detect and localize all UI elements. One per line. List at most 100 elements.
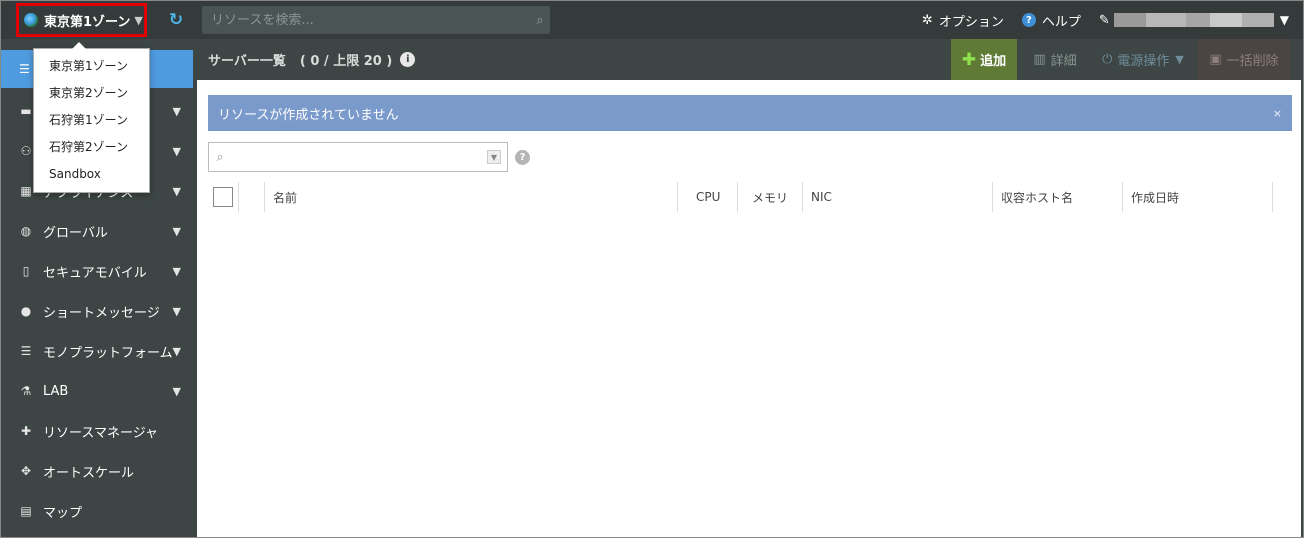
column-memory[interactable]: メモリ: [738, 182, 803, 212]
options-menu[interactable]: ✲ オプション: [922, 11, 1004, 30]
chevron-down-icon: ▼: [172, 184, 181, 198]
detail-button[interactable]: ▥ 詳細: [1025, 39, 1085, 80]
chevron-down-icon: ▼: [172, 384, 181, 398]
filter-input[interactable]: [231, 143, 487, 171]
sidebar-item-mono-platform[interactable]: ☰ モノプラットフォーム ▼: [1, 331, 193, 371]
sidebar-item-map[interactable]: ▤ マップ: [1, 491, 193, 531]
trash-icon: ▣: [1209, 52, 1222, 67]
power-button-label: 電源操作: [1117, 54, 1170, 69]
help-icon: ?: [1021, 13, 1036, 27]
caret-down-icon: ▼: [1175, 53, 1184, 66]
power-button[interactable]: ⏻ 電源操作 ▼: [1093, 39, 1193, 80]
sidebar-item-autoscale[interactable]: ✥ オートスケール: [1, 451, 193, 491]
info-icon[interactable]: i: [400, 52, 416, 67]
zone-option-tokyo-2[interactable]: 東京第2ゾーン: [34, 80, 149, 107]
sidebar-item-label: グローバル: [43, 225, 108, 241]
plus-icon: ✚: [961, 49, 977, 70]
chevron-down-icon: ▼: [172, 344, 181, 358]
chevron-down-icon: ▼: [172, 304, 181, 318]
zone-option-tokyo-1[interactable]: 東京第1ゾーン: [34, 53, 149, 80]
sidebar-item-label: マップ: [43, 505, 83, 521]
user-menu[interactable]: ✎ ▼: [1099, 13, 1289, 28]
zone-option-sandbox[interactable]: Sandbox: [34, 161, 149, 188]
column-host[interactable]: 収容ホスト名: [993, 182, 1123, 212]
feather-icon: ✎: [1098, 12, 1110, 28]
table-header: 名前 CPU メモリ NIC 収容ホスト名 作成日時: [208, 182, 1292, 212]
add-button[interactable]: ✚ 追加: [951, 39, 1017, 80]
chat-bubble-icon: ●: [20, 304, 32, 318]
book-icon: ▥: [1033, 52, 1046, 67]
globe-icon: ◍: [20, 224, 32, 238]
help-label: ヘルプ: [1041, 14, 1081, 30]
sidebar-item-label: セキュアモバイル: [43, 265, 147, 281]
search-icon[interactable]: ⌕: [530, 13, 550, 28]
page-title: サーバー一覧: [208, 54, 286, 69]
search-input[interactable]: [202, 6, 530, 34]
chevron-down-icon: ▼: [172, 144, 181, 158]
column-nic[interactable]: NIC: [803, 182, 993, 212]
stack-icon: ☰: [20, 344, 32, 358]
zone-selector[interactable]: 東京第1ゾーン ▼: [16, 3, 147, 37]
sidebar-item-resource-manager[interactable]: ✚ リソースマネージャ: [1, 411, 193, 451]
select-all-checkbox[interactable]: [213, 187, 233, 207]
help-menu[interactable]: ? ヘルプ: [1021, 11, 1081, 30]
bulk-delete-button-label: 一括削除: [1226, 54, 1279, 69]
flask-icon: ⚗: [20, 384, 32, 398]
options-label: オプション: [938, 14, 1004, 30]
puzzle-icon: ✚: [20, 424, 32, 438]
globe-icon: [24, 13, 38, 27]
chevron-down-icon: ▼: [172, 264, 181, 278]
zone-selector-label: 東京第1ゾーン: [44, 14, 131, 30]
alert-message: リソースが作成されていません: [218, 107, 399, 123]
filter-box: ⌕ ▼: [208, 142, 508, 172]
resource-search: ⌕: [202, 6, 550, 34]
mobile-icon: ▯: [22, 264, 30, 278]
column-cpu[interactable]: CPU: [678, 182, 738, 212]
caret-down-icon: ▼: [134, 13, 143, 27]
column-divider: [238, 182, 239, 212]
help-icon[interactable]: ?: [515, 150, 530, 165]
sidebar-item-label: ショートメッセージ: [43, 305, 160, 321]
zone-option-ishikari-2[interactable]: 石狩第2ゾーン: [34, 134, 149, 161]
empty-alert: リソースが作成されていません ×: [208, 95, 1292, 131]
move-arrows-icon: ✥: [20, 464, 32, 478]
filter-dropdown-toggle[interactable]: ▼: [487, 150, 501, 164]
sidebar-item-label: オートスケール: [43, 465, 135, 481]
chevron-down-icon: ▼: [172, 224, 181, 238]
main-header: サーバー一覧 ( 0 / 上限 20 ) i ✚ 追加 ▥ 詳細 ⏻ 電源操作 …: [193, 39, 1303, 80]
add-button-label: 追加: [980, 54, 1007, 69]
network-icon: ⚇: [20, 144, 32, 158]
column-created[interactable]: 作成日時: [1123, 182, 1273, 212]
server-icon: ☰: [19, 62, 30, 76]
top-right-menu: ✲ オプション ? ヘルプ ✎ ▼: [904, 1, 1289, 39]
map-icon: ▤: [20, 504, 32, 518]
zone-option-ishikari-1[interactable]: 石狩第1ゾーン: [34, 107, 149, 134]
grid-icon: ▦: [20, 184, 32, 198]
bulk-delete-button[interactable]: ▣ 一括削除: [1198, 39, 1290, 80]
zone-dropdown-menu: 東京第1ゾーン 東京第2ゾーン 石狩第1ゾーン 石狩第2ゾーン Sandbox: [33, 42, 150, 193]
sidebar-item-label: LAB: [43, 383, 69, 399]
page-title-area: サーバー一覧 ( 0 / 上限 20 ) i: [208, 39, 416, 80]
sidebar-item-secure-mobile[interactable]: ▯ セキュアモバイル ▼: [1, 251, 193, 291]
server-count: ( 0 / 上限 20 ): [299, 54, 393, 69]
sidebar-item-lab[interactable]: ⚗ LAB ▼: [1, 371, 193, 411]
top-bar: 東京第1ゾーン ▼ ↻ ⌕ ✲ オプション ? ヘルプ ✎ ▼: [1, 1, 1303, 39]
sidebar-item-label: モノプラットフォーム: [43, 345, 173, 361]
column-divider: [244, 182, 265, 212]
close-icon[interactable]: ×: [1273, 107, 1282, 120]
power-icon: ⏻: [1102, 52, 1113, 67]
column-name[interactable]: 名前: [265, 182, 678, 212]
drive-icon: ▬: [20, 104, 32, 118]
gear-icon: ✲: [921, 12, 933, 28]
main-content: リソースが作成されていません × ⌕ ▼ ? 名前 CPU メモリ NIC 収容…: [197, 80, 1301, 537]
detail-button-label: 詳細: [1050, 54, 1077, 69]
sidebar-item-label: リソースマネージャ: [43, 425, 159, 441]
refresh-icon[interactable]: ↻: [165, 9, 187, 31]
sidebar-item-short-message[interactable]: ● ショートメッセージ ▼: [1, 291, 193, 331]
chevron-down-icon: ▼: [172, 104, 181, 118]
search-icon: ⌕: [216, 149, 224, 165]
app-window: 東京第1ゾーン ▼ ↻ ⌕ ✲ オプション ? ヘルプ ✎ ▼: [0, 0, 1304, 538]
caret-down-icon: ▼: [1279, 13, 1289, 27]
user-name-redacted: [1113, 13, 1274, 27]
sidebar-item-global[interactable]: ◍ グローバル ▼: [1, 211, 193, 251]
